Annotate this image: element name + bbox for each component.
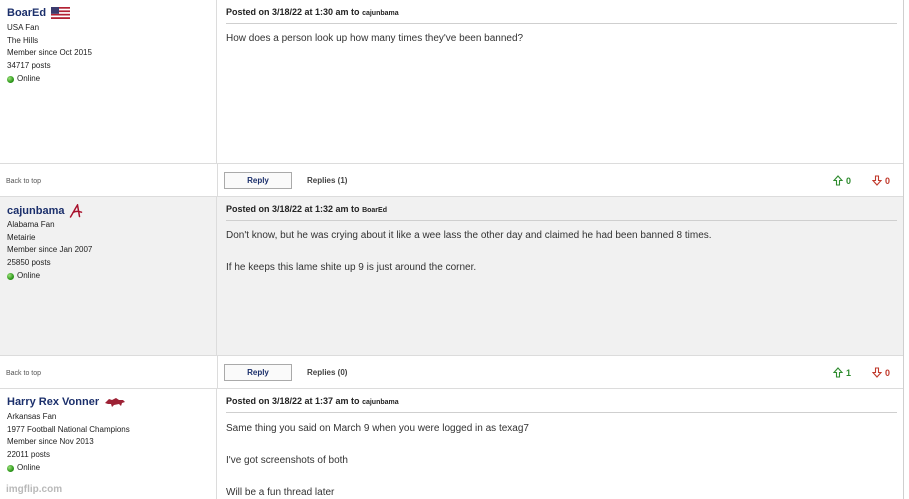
usa-flag-icon xyxy=(51,7,71,19)
user-info-panel: BoarEd USA Fan The Hills Member since Oc… xyxy=(0,0,217,163)
post: Harry Rex Vonner Arkansas Fan 1977 Footb… xyxy=(0,389,903,499)
user-post-count: 34717 posts xyxy=(7,61,51,71)
arrow-up-icon xyxy=(833,367,843,378)
user-member-since: Member since Oct 2015 xyxy=(7,48,92,58)
user-post-count: 25850 posts xyxy=(7,258,51,268)
online-dot-icon xyxy=(7,75,14,83)
username-link[interactable]: BoarEd xyxy=(7,7,46,19)
post-header: Posted on 3/18/22 at 1:37 am to cajunbam… xyxy=(226,396,897,413)
watermark-text: imgflip.com xyxy=(6,484,63,495)
upvote-button[interactable]: 1 xyxy=(833,367,851,378)
downvote-count: 0 xyxy=(885,367,891,378)
post-action-bar: Back to top Reply Replies (1) 0 0 xyxy=(0,163,903,197)
user-info-panel: cajunbama Alabama Fan Metairie Member si… xyxy=(0,197,217,355)
back-to-top-link[interactable]: Back to top xyxy=(6,370,41,377)
post-header: Posted on 3/18/22 at 1:30 am to cajunbam… xyxy=(226,7,897,24)
replies-link[interactable]: Replies (1) xyxy=(307,176,347,185)
post-text-line: I've got screenshots of both xyxy=(226,455,348,466)
online-label: Online xyxy=(17,270,41,280)
online-status: Online xyxy=(7,270,92,283)
post-timestamp: Posted on 3/18/22 at 1:37 am to xyxy=(226,396,360,406)
post-timestamp: Posted on 3/18/22 at 1:30 am to xyxy=(226,7,360,17)
reply-to-user-link[interactable]: BoarEd xyxy=(362,207,387,214)
reply-button[interactable]: Reply xyxy=(224,172,292,189)
user-member-since: Member since Nov 2013 xyxy=(7,437,94,447)
arrow-down-icon xyxy=(872,175,882,186)
downvote-count: 0 xyxy=(885,175,891,186)
post-body: Posted on 3/18/22 at 1:30 am to cajunbam… xyxy=(218,0,903,163)
user-post-count: 22011 posts xyxy=(7,450,50,460)
user-fan-of: Alabama Fan xyxy=(7,220,55,229)
online-label: Online xyxy=(17,462,41,472)
online-dot-icon xyxy=(7,272,14,280)
user-fan-of: Arkansas Fan xyxy=(7,412,57,421)
post-action-bar: Back to top Reply Replies (0) 1 0 xyxy=(0,355,903,389)
post-text-line: Don't know, but he was crying about it l… xyxy=(226,230,712,241)
arrow-up-icon xyxy=(833,175,843,186)
username-row: Harry Rex Vonner xyxy=(7,396,126,408)
post: BoarEd USA Fan The Hills Member since Oc… xyxy=(0,0,903,163)
online-status: Online xyxy=(7,73,92,86)
post-body: Posted on 3/18/22 at 1:37 am to cajunbam… xyxy=(218,389,903,499)
online-status: Online xyxy=(7,462,130,475)
post-text-line: If he keeps this lame shite up 9 is just… xyxy=(226,262,477,273)
post-text-line: How does a person look up how many times… xyxy=(226,33,524,44)
downvote-button[interactable]: 0 xyxy=(872,367,890,378)
user-location: 1977 Football National Champions xyxy=(7,424,130,434)
online-label: Online xyxy=(17,73,41,83)
forum-thread: BoarEd USA Fan The Hills Member since Oc… xyxy=(0,0,904,499)
downvote-button[interactable]: 0 xyxy=(872,175,890,186)
user-member-since: Member since Jan 2007 xyxy=(7,245,93,255)
user-location: Metairie xyxy=(7,232,36,242)
post: cajunbama Alabama Fan Metairie Member si… xyxy=(0,197,903,355)
alabama-a-icon xyxy=(70,204,83,218)
arrow-down-icon xyxy=(872,367,882,378)
username-row: cajunbama xyxy=(7,204,84,218)
divider xyxy=(217,164,218,196)
post-text-line: Will be a fun thread later xyxy=(226,487,335,498)
username-link[interactable]: Harry Rex Vonner xyxy=(7,396,99,408)
online-dot-icon xyxy=(7,464,14,472)
back-to-top-link[interactable]: Back to top xyxy=(6,178,41,185)
username-link[interactable]: cajunbama xyxy=(7,205,64,217)
user-fan-of: USA Fan xyxy=(7,23,40,32)
reply-button[interactable]: Reply xyxy=(224,364,292,381)
user-details: Arkansas Fan 1977 Football National Cham… xyxy=(7,411,130,475)
username-row: BoarEd xyxy=(7,7,71,19)
post-header: Posted on 3/18/22 at 1:32 am to BoarEd xyxy=(226,204,897,221)
reply-to-user-link[interactable]: cajunbama xyxy=(362,10,399,17)
post-body: Posted on 3/18/22 at 1:32 am to BoarEd D… xyxy=(218,197,903,355)
replies-link[interactable]: Replies (0) xyxy=(307,368,347,377)
upvote-count: 0 xyxy=(846,175,852,186)
post-text-line: Same thing you said on March 9 when you … xyxy=(226,423,529,434)
reply-to-user-link[interactable]: cajunbama xyxy=(362,399,399,406)
upvote-button[interactable]: 0 xyxy=(833,175,851,186)
user-location: The Hills xyxy=(7,35,39,45)
razorback-hog-icon xyxy=(105,397,126,407)
user-info-panel: Harry Rex Vonner Arkansas Fan 1977 Footb… xyxy=(0,389,217,499)
user-details: USA Fan The Hills Member since Oct 2015 … xyxy=(7,22,92,86)
divider xyxy=(217,356,218,388)
upvote-count: 1 xyxy=(846,367,852,378)
user-details: Alabama Fan Metairie Member since Jan 20… xyxy=(7,219,92,283)
post-timestamp: Posted on 3/18/22 at 1:32 am to xyxy=(226,204,360,214)
